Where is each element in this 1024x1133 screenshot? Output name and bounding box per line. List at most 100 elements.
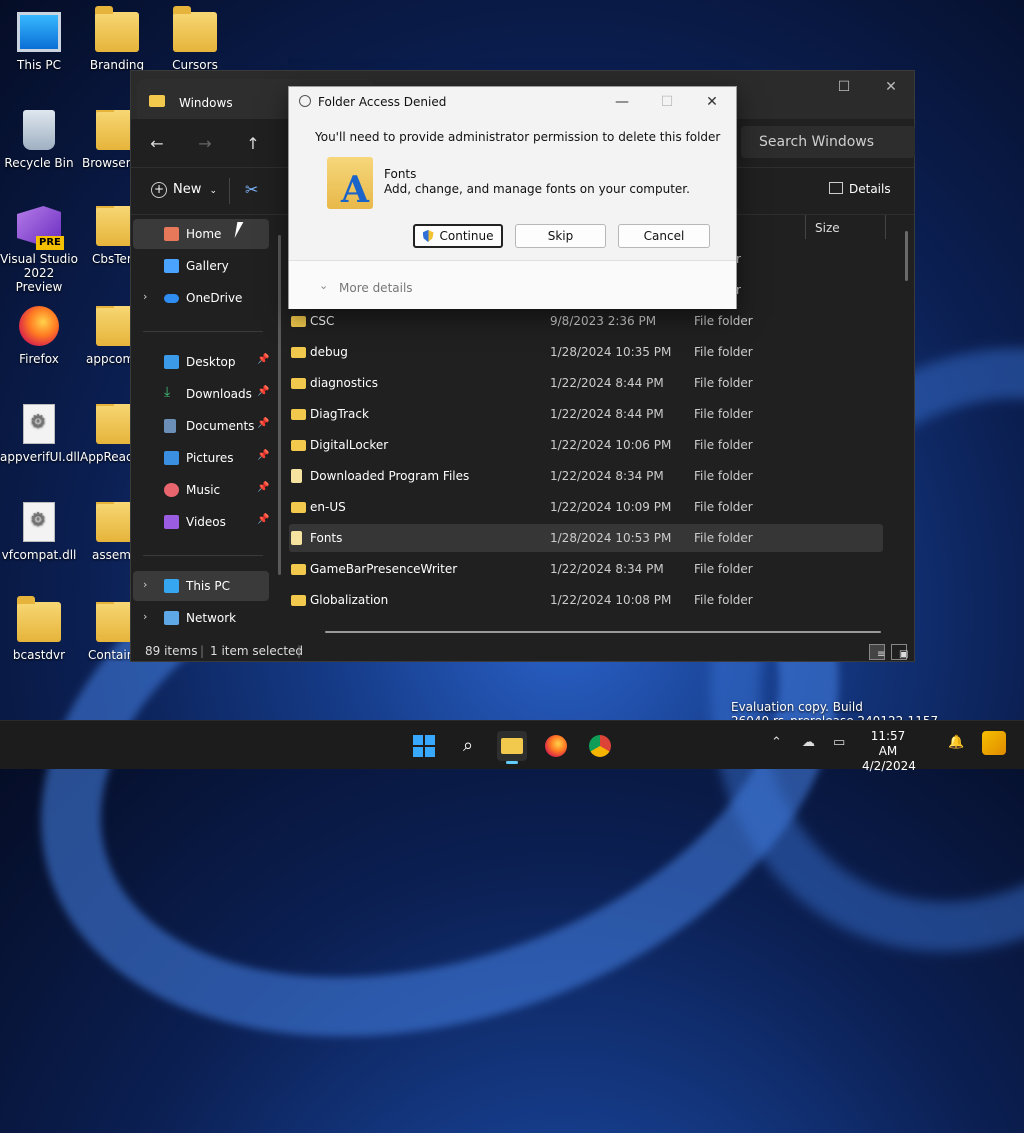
desktop-icon-recycle-bin[interactable]: Recycle Bin <box>0 110 78 170</box>
file-date: 1/22/2024 8:44 PM <box>550 407 664 421</box>
table-row[interactable]: DigitalLocker 1/22/2024 10:06 PM File fo… <box>289 431 883 459</box>
file-type: File folder <box>694 314 753 328</box>
desktop-icon-vfcompat[interactable]: vfcompat.dll <box>0 502 78 562</box>
cut-button[interactable]: ✂ <box>245 180 258 199</box>
search-input[interactable]: Search Windows <box>741 126 915 158</box>
sidebar-item-pictures[interactable]: Pictures 📌 <box>133 443 269 473</box>
network-offline-icon[interactable]: ☁ <box>802 735 815 750</box>
maximize-button[interactable]: ☐ <box>821 71 867 103</box>
up-button[interactable]: ↑ <box>239 131 267 157</box>
folder-icon <box>291 469 302 483</box>
vertical-scrollbar[interactable] <box>905 231 908 281</box>
desktop-icon-label: Visual Studio 2022 Preview <box>0 252 78 294</box>
file-date: 1/28/2024 10:35 PM <box>550 345 672 359</box>
pin-icon[interactable]: 📌 <box>257 386 269 397</box>
sidebar-item-label: Home <box>186 227 222 241</box>
cancel-button[interactable]: Cancel <box>618 224 710 248</box>
copilot-preview-icon[interactable] <box>982 731 1006 755</box>
sidebar-item-music[interactable]: Music 📌 <box>133 475 269 505</box>
table-row[interactable]: Globalization 1/22/2024 10:08 PM File fo… <box>289 586 883 614</box>
sidebar-item-documents[interactable]: Documents 📌 <box>133 411 269 441</box>
tiles-view-button[interactable]: ▣ <box>891 644 908 660</box>
sidebar-item-desktop[interactable]: Desktop 📌 <box>133 347 269 377</box>
sidebar-item-home[interactable]: Home <box>133 219 269 249</box>
file-type: File folder <box>694 562 753 576</box>
font-folder-icon <box>291 531 302 545</box>
folder-access-denied-dialog: Folder Access Denied — ☐ ✕ You'll need t… <box>288 86 737 309</box>
desktop-icon-appcom[interactable]: appcom <box>78 306 138 366</box>
continue-button[interactable]: Continue <box>413 224 503 248</box>
taskbar-firefox[interactable] <box>541 731 571 761</box>
desktop-icon-this-pc[interactable]: This PC <box>0 12 78 72</box>
file-date: 1/28/2024 10:53 PM <box>550 531 672 545</box>
desktop-icon <box>164 355 179 369</box>
close-button[interactable]: ✕ <box>868 71 914 103</box>
table-row[interactable]: debug 1/28/2024 10:35 PM File folder <box>289 338 883 366</box>
file-type: File folder <box>694 376 753 390</box>
skip-button[interactable]: Skip <box>515 224 606 248</box>
status-bar: 89 items | 1 item selected | ≡ ▣ <box>131 641 914 661</box>
desktop-icon-appreadi[interactable]: AppReadi <box>78 404 132 464</box>
new-button[interactable]: + New ⌄ <box>151 182 217 198</box>
taskbar-chrome[interactable] <box>585 731 615 761</box>
desktop-icon-label: This PC <box>17 58 61 72</box>
show-hidden-icons-button[interactable]: ⌃ <box>771 735 782 750</box>
close-button[interactable]: ✕ <box>697 91 727 113</box>
desktop-icon-appverifui[interactable]: appverifUI.dll <box>0 404 80 464</box>
sidebar-item-network[interactable]: › Network <box>133 603 269 633</box>
desktop-icon-browserc[interactable]: BrowserC <box>78 110 134 170</box>
column-divider <box>805 215 806 239</box>
table-row[interactable]: en-US 1/22/2024 10:09 PM File folder <box>289 493 883 521</box>
desktop-icon-branding[interactable]: Branding <box>78 6 156 72</box>
details-pane-icon <box>829 182 843 194</box>
details-button[interactable]: Details <box>829 182 891 196</box>
folder-icon <box>291 440 306 451</box>
sidebar-item-this-pc[interactable]: › This PC <box>133 571 269 601</box>
table-row-selected[interactable]: Fonts 1/28/2024 10:53 PM File folder <box>289 524 883 552</box>
folder-icon <box>291 564 306 575</box>
sidebar-item-gallery[interactable]: Gallery <box>133 251 269 281</box>
table-row[interactable]: DiagTrack 1/22/2024 8:44 PM File folder <box>289 400 883 428</box>
divider <box>143 331 263 332</box>
arrow-up-icon: ↑ <box>246 134 260 153</box>
pin-icon[interactable]: 📌 <box>257 418 269 429</box>
music-icon <box>164 483 179 497</box>
more-details-toggle[interactable]: More details <box>339 281 413 295</box>
pin-icon[interactable]: 📌 <box>257 450 269 461</box>
sidebar-item-downloads[interactable]: ⤓ Downloads 📌 <box>133 379 269 409</box>
chevron-down-icon[interactable]: ⌄ <box>319 279 328 292</box>
monitor-icon <box>17 12 61 52</box>
table-row[interactable]: GameBarPresenceWriter 1/22/2024 8:34 PM … <box>289 555 883 583</box>
arrow-right-icon: → <box>198 134 212 153</box>
back-button[interactable]: ← <box>143 131 171 157</box>
pin-icon[interactable]: 📌 <box>257 482 269 493</box>
sidebar-item-videos[interactable]: Videos 📌 <box>133 507 269 537</box>
horizontal-scrollbar[interactable] <box>325 631 881 633</box>
minimize-button[interactable]: — <box>607 91 637 113</box>
display-icon[interactable]: ▭ <box>833 735 845 750</box>
sidebar-item-onedrive[interactable]: › OneDrive <box>133 283 269 313</box>
table-row[interactable]: CSC 9/8/2023 2:36 PM File folder <box>289 307 883 335</box>
desktop-icon-visual-studio[interactable]: PRE Visual Studio 2022 Preview <box>0 206 78 294</box>
sidebar-scrollbar[interactable] <box>278 235 281 575</box>
desktop-icon-cursors[interactable]: Cursors <box>156 6 234 72</box>
desktop-icon-bcastdvr[interactable]: bcastdvr <box>0 596 78 662</box>
divider <box>229 178 230 204</box>
folder-icon <box>291 378 306 389</box>
search-button[interactable]: ⌕ <box>453 731 483 761</box>
notification-bell-icon[interactable]: 🔔 <box>948 735 964 750</box>
table-row[interactable]: diagnostics 1/22/2024 8:44 PM File folde… <box>289 369 883 397</box>
desktop-icon-firefox[interactable]: Firefox <box>0 306 78 366</box>
start-button[interactable] <box>409 731 439 761</box>
taskbar-file-explorer[interactable] <box>497 731 527 764</box>
file-name: Globalization <box>310 593 389 607</box>
table-row[interactable]: Downloaded Program Files 1/22/2024 8:34 … <box>289 462 883 490</box>
pin-icon[interactable]: 📌 <box>257 514 269 525</box>
file-explorer-icon <box>501 738 523 754</box>
details-view-button[interactable]: ≡ <box>869 644 885 660</box>
pin-icon[interactable]: 📌 <box>257 354 269 365</box>
forward-button[interactable]: → <box>191 131 219 157</box>
maximize-button[interactable]: ☐ <box>652 91 682 113</box>
taskbar-clock[interactable]: 11:57 AM 4/2/2024 <box>862 729 916 774</box>
chevron-down-icon: ⌄ <box>209 186 218 196</box>
